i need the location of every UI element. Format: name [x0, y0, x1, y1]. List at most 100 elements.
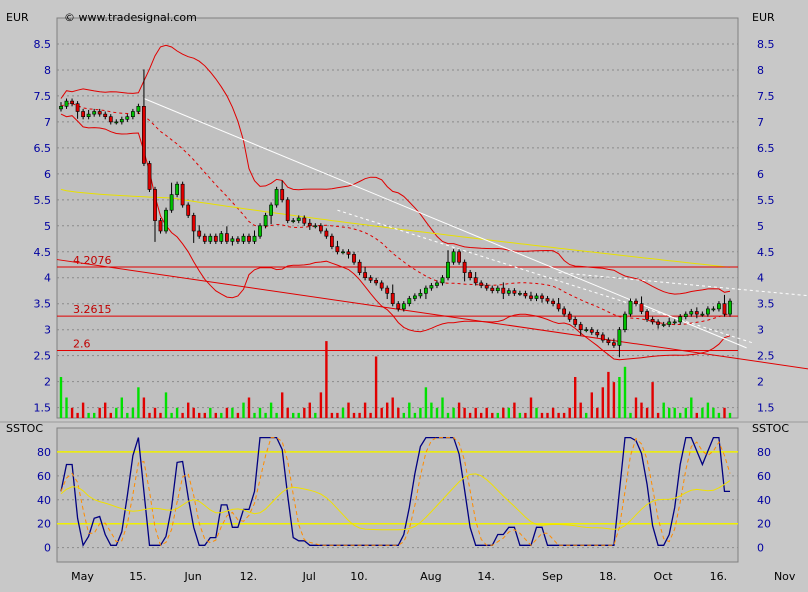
candle-body — [313, 225, 318, 228]
volume-bar — [518, 412, 522, 418]
candle-body — [92, 111, 97, 115]
candle-body — [700, 313, 705, 316]
volume-bar — [203, 412, 206, 418]
candle-body — [412, 295, 417, 299]
candle-body — [617, 329, 622, 346]
volume-bar — [468, 412, 472, 418]
candle-body — [108, 116, 113, 123]
candle-body — [158, 220, 163, 232]
volume-bar — [723, 407, 726, 419]
candle-body — [423, 287, 428, 294]
candle-body — [490, 287, 495, 292]
date-label: 15. — [129, 570, 147, 583]
volume-bar — [153, 407, 157, 419]
volume-bar — [491, 412, 494, 418]
candle-body — [611, 342, 616, 346]
volume-bar — [286, 407, 289, 419]
stoch-tick-label: 0 — [44, 542, 51, 555]
price-tick-label: 6 — [757, 168, 764, 181]
source-label: © www.tradesignal.com — [64, 11, 197, 24]
volume-bar — [629, 412, 632, 418]
price-tick-label: 7.5 — [34, 90, 52, 103]
volume-bar — [214, 412, 217, 418]
candle — [164, 207, 168, 234]
volume-bar — [264, 412, 267, 418]
price-tick-label: 1.5 — [757, 402, 775, 415]
volume-bar — [607, 371, 610, 418]
volume-bar — [247, 397, 251, 418]
volume-bar — [175, 407, 179, 419]
candle-body — [346, 251, 351, 255]
level-label: 2.6 — [73, 337, 91, 350]
date-label: 18. — [599, 570, 617, 583]
stoch-label-left: SSTOC — [6, 422, 43, 435]
candle-body — [374, 279, 379, 284]
candle-body — [75, 103, 80, 112]
candle-body — [142, 106, 146, 164]
date-label: Jul — [302, 570, 316, 583]
candle-body — [728, 300, 732, 315]
candle-body — [202, 235, 207, 242]
price-tick-label: 6 — [44, 168, 51, 181]
volume-bar — [81, 402, 85, 418]
candle-body — [639, 303, 644, 312]
candle-body — [711, 308, 716, 311]
price-tick-label: 6.5 — [34, 142, 52, 155]
candle-body — [578, 324, 583, 330]
candle-body — [435, 282, 439, 286]
candle — [158, 218, 163, 234]
candle-body — [672, 321, 677, 324]
price-tick-label: 8.5 — [34, 38, 52, 51]
price-tick-label: 5.5 — [757, 194, 775, 207]
volume-bar — [634, 397, 638, 418]
volume-bar — [441, 397, 444, 418]
candle-body — [241, 235, 246, 242]
price-tick-label: 2 — [757, 376, 764, 389]
candle-body — [540, 295, 544, 299]
volume-bar — [690, 397, 693, 418]
volume-bar — [358, 412, 361, 418]
volume-bar — [220, 412, 223, 418]
candle-body — [164, 209, 168, 232]
candle-body — [401, 303, 406, 310]
candle-body — [186, 204, 191, 216]
candle-body — [329, 235, 334, 247]
candle-body — [307, 222, 312, 227]
volume-bar — [70, 407, 74, 419]
volume-bar — [474, 407, 477, 419]
volume-bar — [496, 412, 499, 418]
price-tick-label: 4 — [757, 272, 764, 285]
candle-body — [473, 277, 478, 284]
candle — [258, 223, 262, 239]
volume-bar — [297, 412, 300, 418]
candle-body — [64, 100, 69, 107]
volume-bar — [645, 407, 649, 419]
volume-bar — [568, 407, 571, 419]
price-tick-label: 4.5 — [34, 246, 52, 259]
volume-bar — [308, 402, 311, 418]
price-tick-label: 4 — [44, 272, 51, 285]
volume-bar — [236, 412, 240, 418]
volume-bar — [319, 392, 323, 418]
volume-bar — [513, 402, 516, 418]
volume-bar — [529, 397, 533, 418]
candle-body — [379, 282, 384, 289]
candle-body — [689, 311, 694, 315]
volume-bar — [369, 412, 372, 418]
volume-bar — [413, 412, 417, 418]
candle-body — [175, 183, 180, 195]
volume-bar — [701, 407, 704, 419]
candle-body — [429, 285, 434, 289]
volume-bar — [585, 412, 588, 418]
volume-bar — [93, 412, 96, 418]
chart-canvas: EUR EUR © www.tradesignal.com 1.5 2 2.5 3 3.5 4 4… — [0, 11, 808, 583]
price-tick-label: 3 — [44, 324, 51, 337]
volume-bar — [695, 412, 698, 418]
candle-body — [236, 238, 240, 242]
price-tick-label: 5 — [44, 220, 51, 233]
candle-body — [512, 290, 517, 294]
candle-body — [86, 113, 91, 117]
candle — [329, 233, 334, 250]
candle-body — [407, 298, 412, 304]
candle-body — [595, 331, 600, 336]
